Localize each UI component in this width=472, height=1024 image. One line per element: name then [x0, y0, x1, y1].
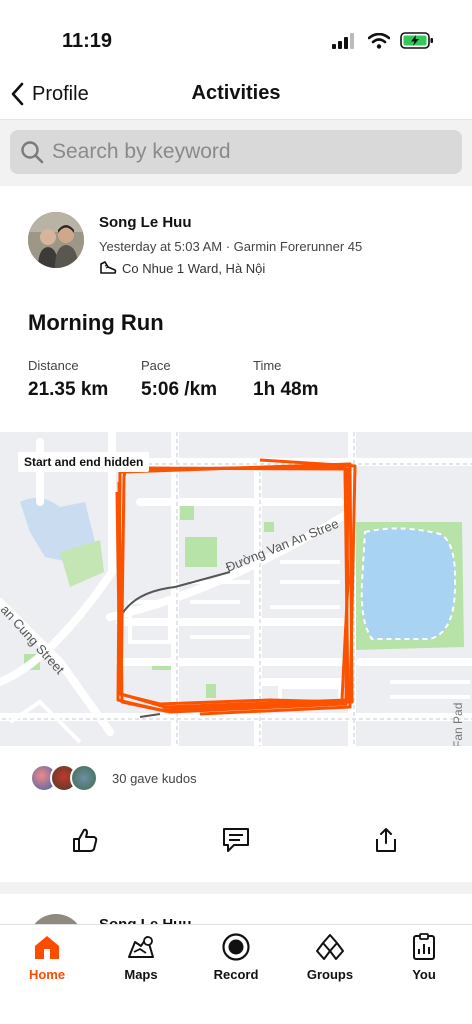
tab-you[interactable]: You: [384, 933, 464, 982]
nav-bar: Profile Activities: [0, 70, 472, 120]
tab-groups[interactable]: Groups: [290, 933, 370, 982]
tab-maps[interactable]: Maps: [101, 933, 181, 982]
maps-icon: [128, 936, 154, 958]
stat-label: Pace: [141, 358, 171, 373]
kudos-row[interactable]: 30 gave kudos: [30, 764, 197, 792]
tab-label: Record: [213, 967, 259, 982]
tab-label: You: [412, 967, 436, 982]
stat-label: Distance: [28, 358, 79, 373]
cellular-signal-icon: [332, 32, 354, 49]
search-box[interactable]: [10, 130, 462, 174]
activity-title[interactable]: Morning Run: [28, 310, 164, 336]
stat-distance: Distance 21.35 km: [28, 358, 108, 401]
avatar-photo: [28, 212, 84, 268]
feed-divider: [0, 882, 472, 894]
battery-charging-icon: [400, 32, 433, 49]
share-icon: [376, 828, 396, 852]
stat-value: 5:06 /km: [141, 379, 218, 400]
comment-icon: [223, 828, 249, 852]
chevron-left-icon: [11, 82, 24, 106]
route-map[interactable]: Đường Van An Stree an Cung Street Fan Pa…: [0, 432, 472, 746]
tab-label: Home: [28, 967, 66, 982]
status-icons: [332, 32, 434, 49]
back-button[interactable]: Profile: [10, 80, 89, 108]
park-area: [185, 537, 217, 567]
record-icon: [222, 933, 250, 961]
search-input[interactable]: [52, 140, 452, 164]
search-area: [0, 120, 472, 186]
tab-bar: Home Maps Record Groups You: [0, 924, 472, 1024]
activity-meta: Yesterday at 5:03 AM · Garmin Forerunner…: [99, 239, 363, 254]
search-icon: [21, 141, 44, 164]
home-icon: [35, 936, 59, 959]
lake: [361, 528, 456, 639]
park-area: [206, 684, 216, 698]
stat-value: 21.35 km: [28, 379, 109, 400]
tab-label: Groups: [306, 967, 354, 982]
park-area: [264, 522, 274, 532]
back-label: Profile: [32, 82, 89, 105]
start-end-hidden-badge: Start and end hidden: [18, 452, 150, 472]
share-button[interactable]: [368, 822, 404, 858]
tab-record[interactable]: Record: [196, 933, 276, 982]
avatar[interactable]: [28, 212, 84, 268]
kudo-avatar: [70, 764, 98, 792]
kudos-count: 30 gave kudos: [112, 770, 197, 786]
street-label-3: Fan Pad: [451, 703, 465, 746]
you-icon: [413, 933, 435, 960]
kudos-button[interactable]: [67, 822, 103, 858]
status-bar: 11:19: [0, 0, 472, 70]
tab-label: Maps: [124, 967, 158, 982]
wifi-icon: [368, 32, 390, 49]
stat-time: Time 1h 48m: [253, 358, 318, 401]
location-text: Co Nhue 1 Ward, Hà Nội: [122, 260, 266, 276]
running-shoe-icon: [100, 261, 117, 274]
status-time: 11:19: [62, 30, 113, 52]
activity-location: Co Nhue 1 Ward, Hà Nội: [99, 260, 265, 276]
map-canvas: Đường Van An Stree an Cung Street Fan Pa…: [0, 432, 472, 746]
stat-value: 1h 48m: [253, 379, 319, 400]
groups-icon: [316, 934, 344, 960]
thumbs-up-icon: [73, 828, 98, 852]
athlete-name[interactable]: Song Le Huu: [99, 214, 192, 231]
tab-home[interactable]: Home: [7, 933, 87, 982]
stat-pace: Pace 5:06 /km: [141, 358, 217, 401]
stat-label: Time: [253, 358, 282, 373]
activity-card[interactable]: Song Le Huu Yesterday at 5:03 AM · Garmi…: [0, 186, 472, 882]
comment-button[interactable]: [218, 822, 254, 858]
